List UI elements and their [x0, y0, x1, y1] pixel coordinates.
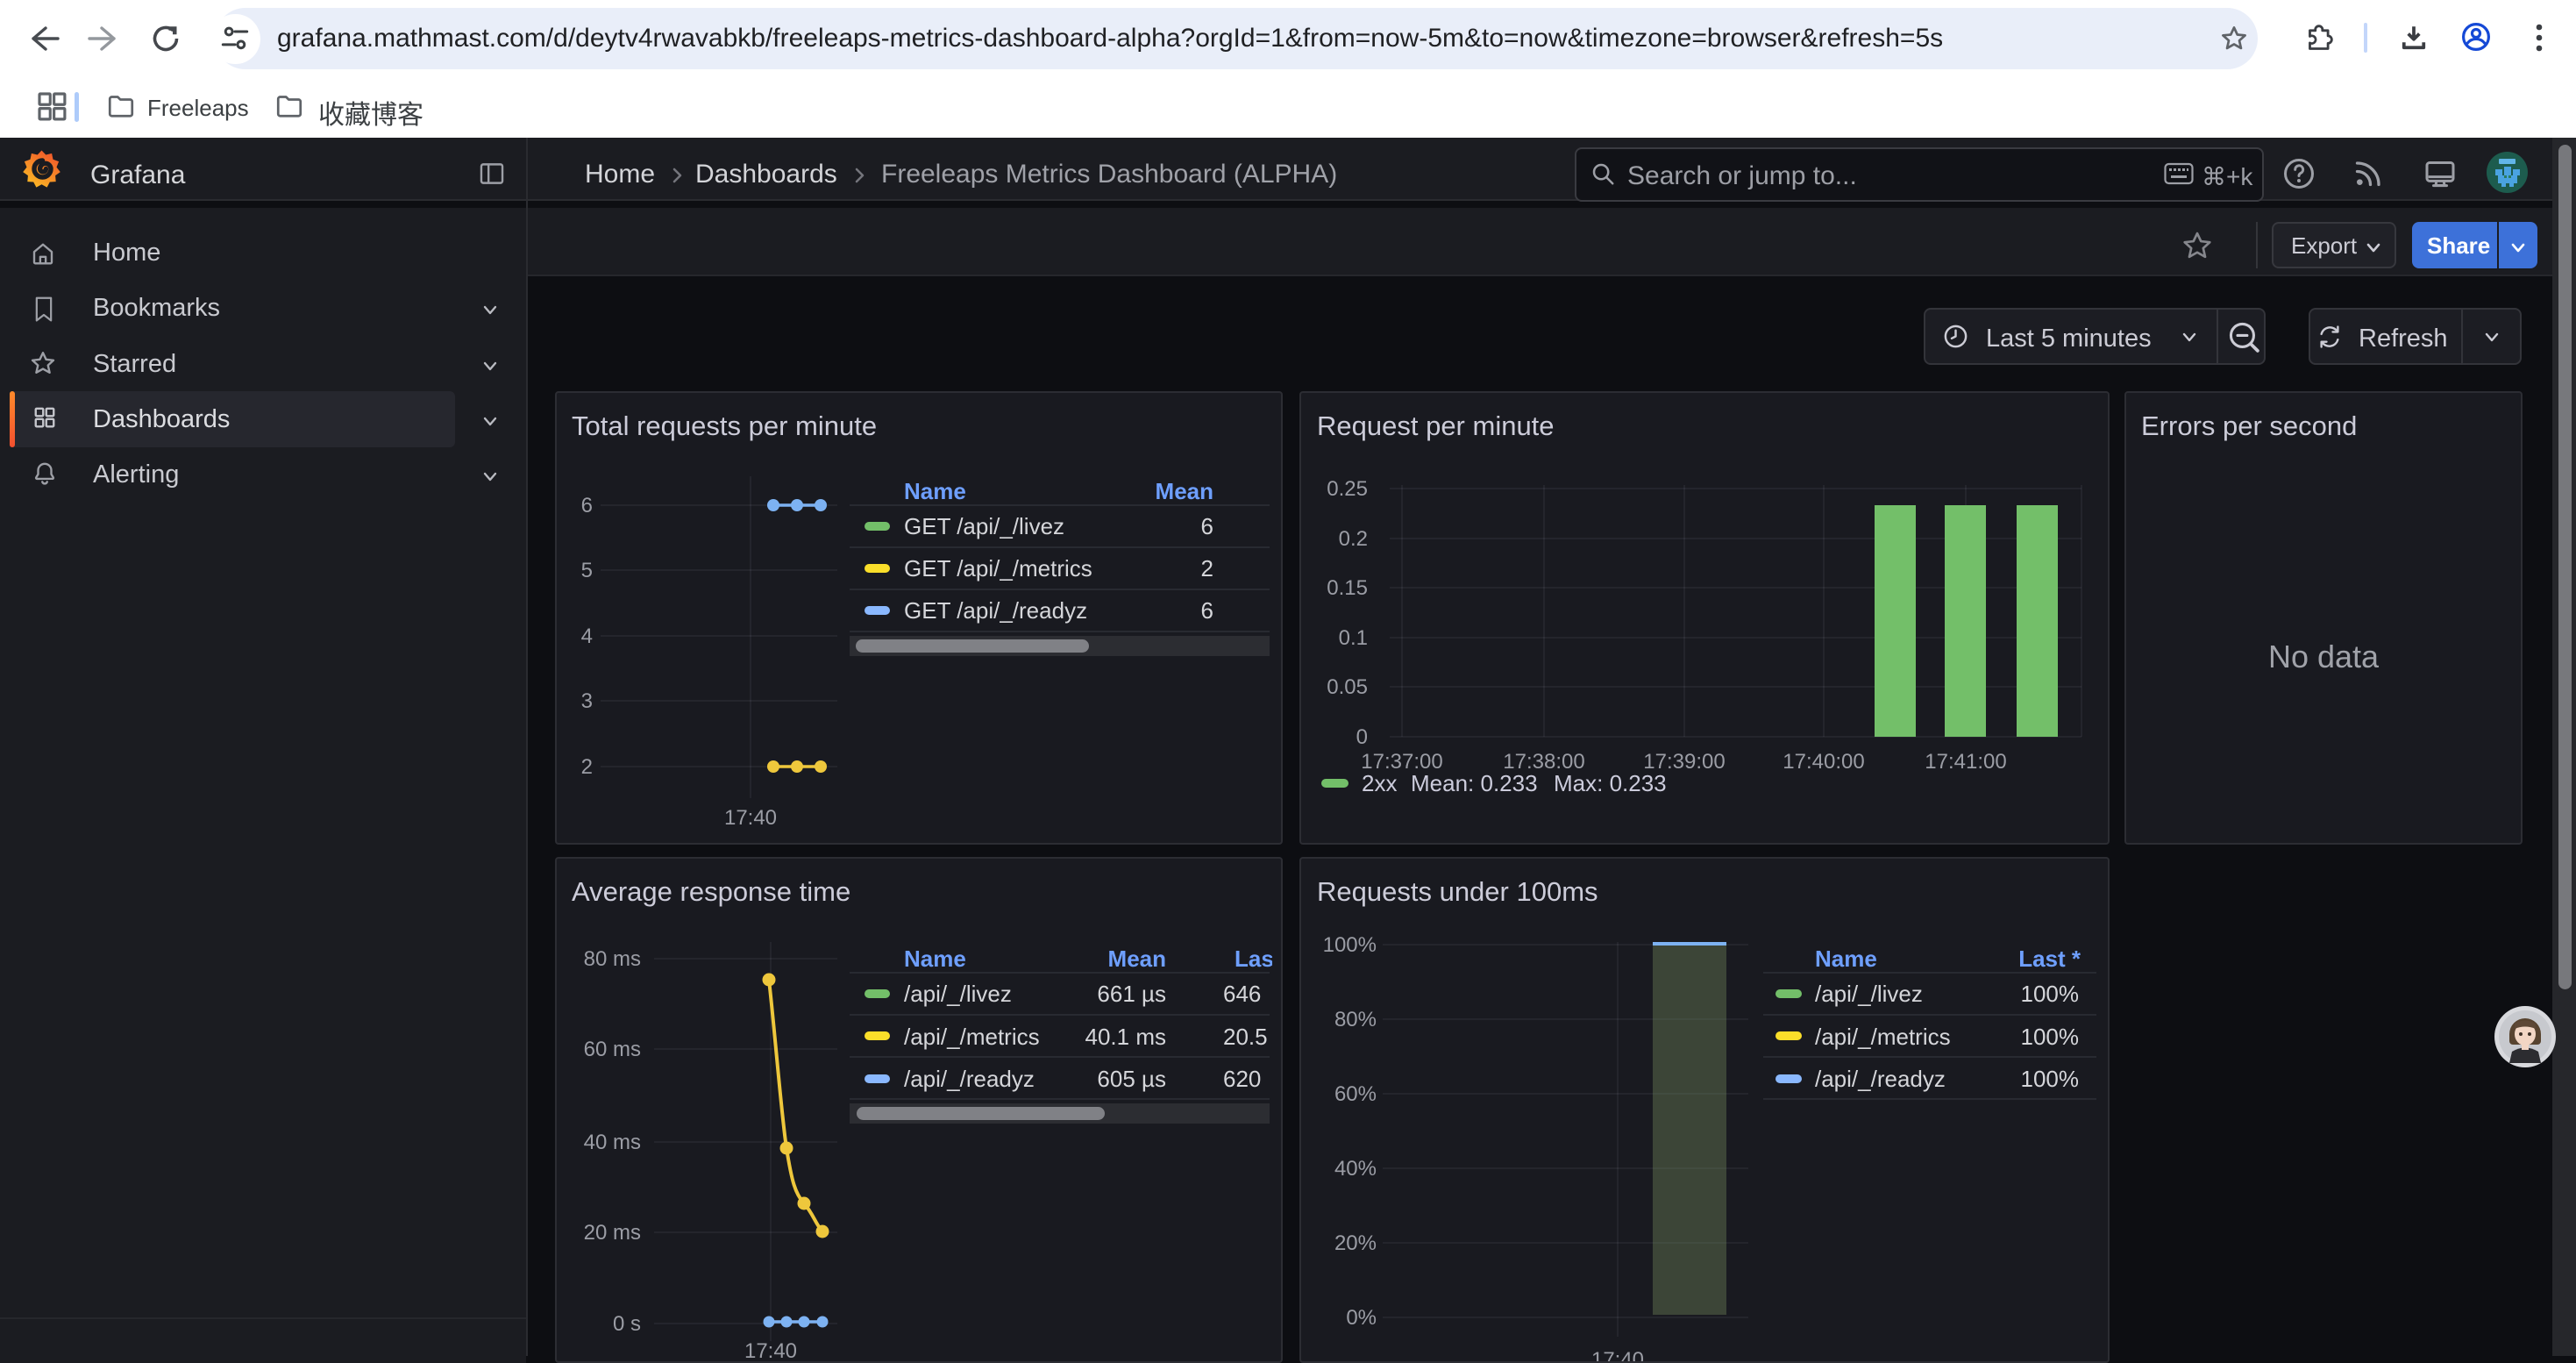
svg-text:17:41:00: 17:41:00	[1925, 750, 2006, 774]
svg-text:17:40: 17:40	[724, 806, 777, 830]
svg-text:17:40: 17:40	[1591, 1348, 1644, 1363]
svg-text:2: 2	[581, 755, 593, 779]
svg-text:605 µs: 605 µs	[1097, 1066, 1166, 1092]
svg-text:0.15: 0.15	[1327, 576, 1368, 600]
svg-text:0.2: 0.2	[1339, 527, 1368, 551]
svg-text:40.1 ms: 40.1 ms	[1085, 1024, 1167, 1050]
svg-text:/api/_/livez: /api/_/livez	[904, 981, 1012, 1007]
svg-text:/api/_/readyz: /api/_/readyz	[1815, 1066, 1946, 1092]
svg-text:0%: 0%	[1346, 1306, 1377, 1330]
svg-text:40 ms: 40 ms	[584, 1131, 641, 1154]
svg-text:/api/_/livez: /api/_/livez	[1815, 981, 1923, 1007]
svg-text:6: 6	[1201, 597, 1213, 624]
svg-text:Mean: Mean	[1156, 478, 1213, 504]
svg-text:/api/_/metrics: /api/_/metrics	[904, 1024, 1040, 1050]
svg-text:Name: Name	[904, 946, 966, 972]
svg-text:5: 5	[581, 559, 593, 582]
svg-text:Mean: 0.233: Mean: 0.233	[1411, 770, 1538, 796]
svg-text:6: 6	[581, 494, 593, 517]
svg-text:0 s: 0 s	[613, 1312, 641, 1336]
svg-text:17:40:00: 17:40:00	[1783, 750, 1864, 774]
svg-text:0.25: 0.25	[1327, 477, 1368, 501]
svg-text:6: 6	[1201, 513, 1213, 539]
svg-text:4: 4	[581, 624, 593, 648]
svg-text:646: 646	[1223, 981, 1261, 1007]
svg-text:GET /api/_/metrics: GET /api/_/metrics	[904, 555, 1092, 582]
svg-text:3: 3	[581, 689, 593, 713]
svg-text:Last *: Last *	[2018, 946, 2081, 972]
svg-text:60%: 60%	[1334, 1082, 1377, 1106]
svg-text:20 ms: 20 ms	[584, 1221, 641, 1245]
svg-text:0: 0	[1356, 725, 1368, 749]
svg-text:620: 620	[1223, 1066, 1261, 1092]
svg-text:2xx: 2xx	[1362, 770, 1397, 796]
svg-text:100%: 100%	[2021, 981, 2080, 1007]
svg-text:60 ms: 60 ms	[584, 1038, 641, 1061]
svg-text:80 ms: 80 ms	[584, 947, 641, 971]
svg-text:40%: 40%	[1334, 1157, 1377, 1181]
svg-text:GET /api/_/readyz: GET /api/_/readyz	[904, 597, 1087, 624]
svg-text:Name: Name	[1815, 946, 1877, 972]
svg-text:80%: 80%	[1334, 1008, 1377, 1031]
svg-text:100%: 100%	[1323, 933, 1377, 957]
svg-text:Max: 0.233: Max: 0.233	[1554, 770, 1667, 796]
svg-text:20%: 20%	[1334, 1231, 1377, 1255]
svg-text:Mean: Mean	[1108, 946, 1166, 972]
svg-text:0.05: 0.05	[1327, 675, 1368, 699]
svg-text:0.1: 0.1	[1339, 626, 1368, 650]
svg-text:/api/_/metrics: /api/_/metrics	[1815, 1024, 1951, 1050]
svg-text:Name: Name	[904, 478, 966, 504]
svg-text:661 µs: 661 µs	[1097, 981, 1166, 1007]
svg-text:GET /api/_/livez: GET /api/_/livez	[904, 513, 1064, 539]
svg-text:100%: 100%	[2021, 1024, 2080, 1050]
svg-text:17:40: 17:40	[744, 1339, 797, 1363]
svg-text:100%: 100%	[2021, 1066, 2080, 1092]
svg-text:2: 2	[1201, 555, 1213, 582]
svg-text:/api/_/readyz: /api/_/readyz	[904, 1066, 1035, 1092]
